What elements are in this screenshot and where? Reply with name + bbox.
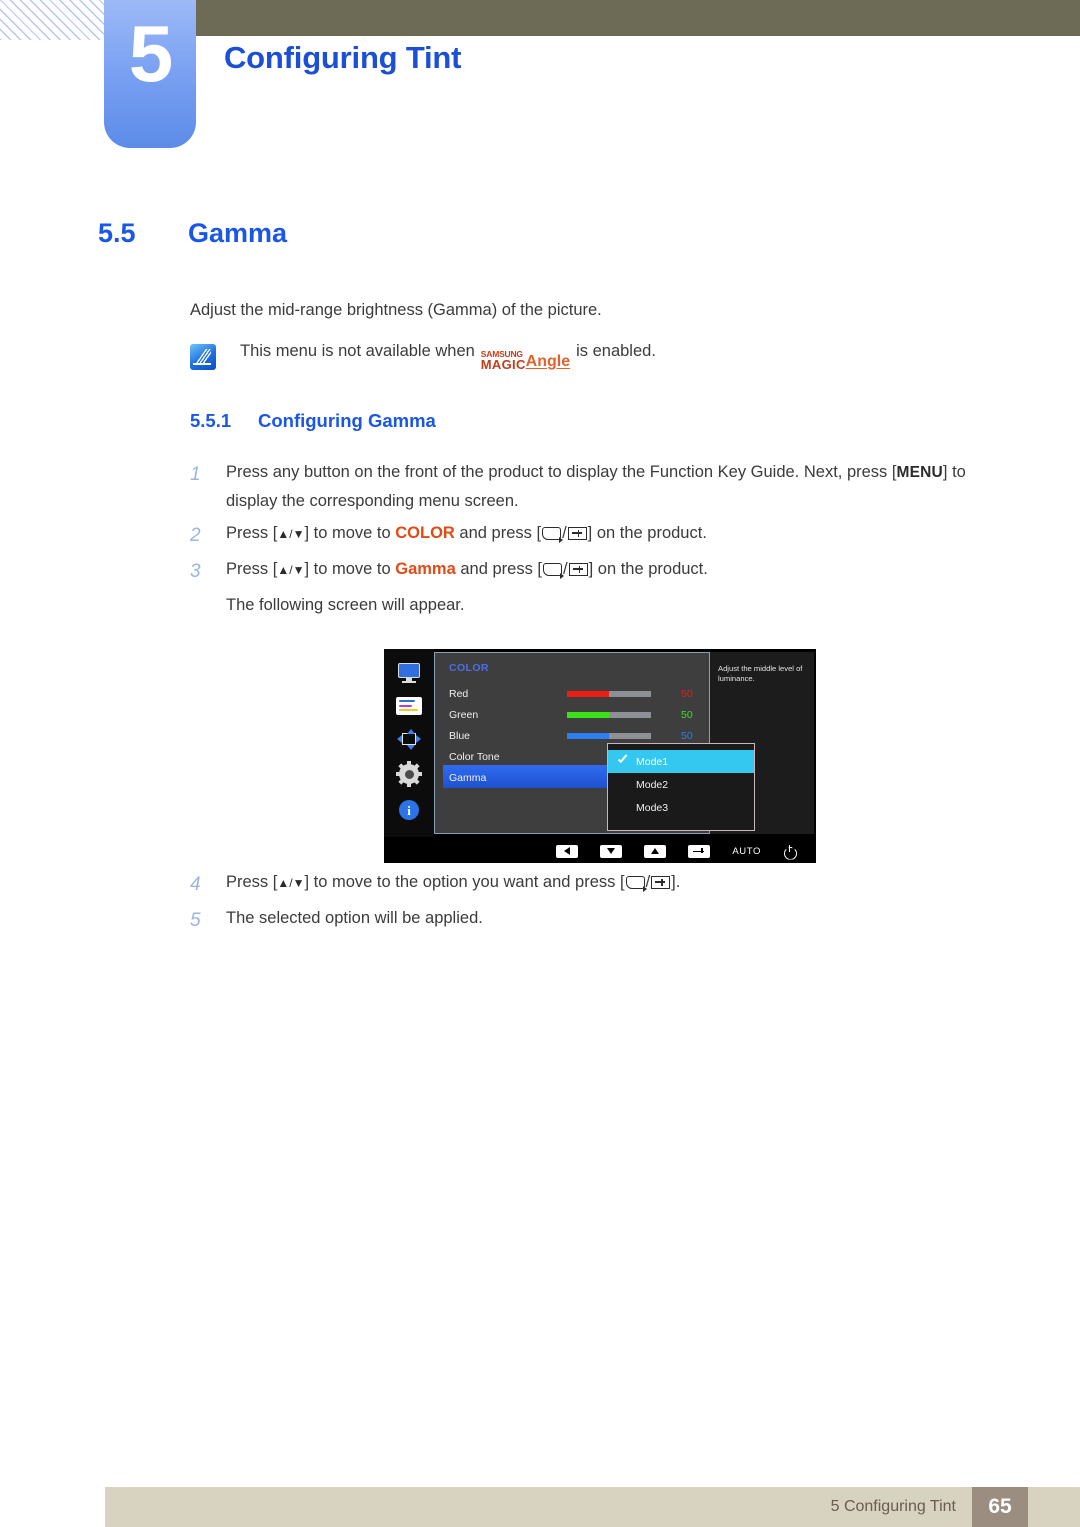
gear-icon[interactable]	[396, 761, 422, 787]
note-text: This menu is not available when SAMSUNG …	[240, 342, 656, 372]
green-slider[interactable]	[567, 711, 651, 718]
menu-key-label: MENU	[896, 464, 943, 481]
power-key[interactable]	[783, 844, 796, 858]
up-down-arrow-glyph: ▲/▼	[277, 526, 305, 541]
gamma-dropdown[interactable]: Mode1 Mode2 Mode3	[607, 743, 755, 831]
step-number: 1	[190, 464, 201, 485]
enter-key-glyph	[567, 526, 587, 540]
note-quill-icon	[190, 344, 216, 370]
step-text: Press [▲/▼] to move to Gamma and press […	[226, 560, 708, 579]
enter-key-glyph	[651, 876, 671, 889]
step-number: 2	[190, 524, 201, 546]
page-number: 65	[972, 1487, 1028, 1527]
section-number: 5.5	[98, 218, 136, 248]
step-continuation-text: The following screen will appear.	[226, 596, 465, 615]
back-key-glyph	[542, 526, 564, 543]
auto-key-label[interactable]: AUTO	[732, 846, 761, 857]
osd-row-label: Color Tone	[449, 750, 500, 763]
logo-magic-text: MAGIC	[480, 356, 526, 372]
section-intro: Adjust the mid-range brightness (Gamma) …	[190, 301, 602, 319]
step-text: Press [▲/▼] to move to the option you wa…	[226, 873, 681, 892]
step-item: 4 Press [▲/▼] to move to the option you w…	[190, 868, 1010, 901]
check-icon	[617, 756, 628, 767]
keyword-highlight: Gamma	[395, 560, 456, 578]
back-key-glyph	[625, 876, 647, 892]
chapter-title: Configuring Tint	[224, 40, 462, 75]
osd-row-label: Blue	[449, 729, 471, 742]
section-heading: 5.5 Gamma	[98, 218, 287, 249]
up-down-arrow-glyph: ▲/▼	[277, 876, 305, 890]
green-value: 50	[681, 708, 693, 721]
step-item: 1 Press any button on the front of the pr…	[190, 458, 1010, 516]
info-icon[interactable]: i	[398, 799, 420, 821]
osd-key-bar: AUTO	[384, 839, 816, 863]
step-text: Press any button on the front of the pro…	[226, 463, 966, 510]
subsection-heading: 5.5.1 Configuring Gamma	[190, 410, 436, 432]
red-value: 50	[681, 687, 693, 700]
page-footer: 5 Configuring Tint 65	[105, 1487, 1080, 1527]
osd-row-red[interactable]: Red 50	[449, 683, 711, 704]
step-number: 4	[190, 874, 201, 895]
enter-key[interactable]	[688, 844, 711, 858]
osd-row-label: Gamma	[449, 771, 487, 784]
chapter-number: 5	[128, 9, 173, 98]
section-title: Gamma	[188, 218, 288, 248]
left-arrow-key[interactable]	[556, 844, 579, 858]
keyword-highlight: COLOR	[395, 523, 455, 542]
blue-value: 50	[681, 729, 693, 742]
chapter-number-tab: 5	[104, 0, 196, 148]
monitor-icon[interactable]	[396, 663, 422, 683]
step-text: The selected option will be applied.	[226, 909, 483, 928]
osd-menu-panel: COLOR Red 50 Green 50 Blue 50 Color Tone	[434, 652, 755, 834]
osd-row-label: Red	[449, 687, 469, 700]
osd-sidebar: i	[384, 649, 434, 837]
dropdown-item-mode3[interactable]: Mode3	[608, 796, 754, 819]
back-key-glyph	[543, 563, 564, 579]
up-arrow-key[interactable]	[644, 844, 667, 858]
subsection-title: Configuring Gamma	[258, 410, 436, 431]
step-item: 3 Press [▲/▼] to move to Gamma and press …	[190, 555, 1010, 588]
osd-row-label: Green	[449, 708, 479, 721]
header-bar	[196, 0, 1080, 36]
up-down-arrow-glyph: ▲/▼	[277, 563, 305, 577]
note-text-after: is enabled.	[576, 342, 656, 360]
dropdown-item-mode2[interactable]: Mode2	[608, 773, 754, 796]
red-slider[interactable]	[567, 690, 651, 697]
osd-screenshot: i COLOR Red 50 Green 50 Blue 50 Color To…	[384, 649, 816, 863]
screen-adjust-icon[interactable]	[397, 729, 421, 750]
dropdown-item-label: Mode2	[636, 778, 669, 791]
down-arrow-key[interactable]	[600, 844, 623, 858]
enter-key-glyph	[568, 563, 588, 576]
dropdown-item-label: Mode3	[636, 801, 669, 814]
picture-sliders-icon[interactable]	[396, 697, 422, 715]
step-text: Press [▲/▼] to move to COLOR and press […	[226, 523, 707, 543]
step-number: 5	[190, 910, 201, 932]
step-number: 3	[190, 561, 201, 582]
logo-angle-text: Angle	[525, 352, 571, 370]
osd-main-area: i COLOR Red 50 Green 50 Blue 50 Color To…	[384, 649, 816, 837]
note-text-before: This menu is not available when	[240, 342, 475, 360]
step-item: 2 Press [▲/▼] to move to COLOR and press …	[190, 519, 1010, 552]
blue-slider[interactable]	[567, 732, 651, 739]
steps-list-top: 1 Press any button on the front of the pr…	[190, 458, 1010, 620]
note-block: This menu is not available when SAMSUNG …	[190, 342, 656, 372]
osd-row-green[interactable]: Green 50	[449, 704, 711, 725]
subsection-number: 5.5.1	[190, 410, 232, 431]
dropdown-item-mode1[interactable]: Mode1	[608, 750, 754, 773]
magic-angle-logo: SAMSUNG MAGIC Angle	[480, 350, 571, 372]
step-item: 5 The selected option will be applied.	[190, 904, 1010, 937]
dropdown-item-label: Mode1	[636, 755, 669, 768]
osd-menu-title: COLOR	[449, 662, 489, 674]
steps-list-bottom: 4 Press [▲/▼] to move to the option you w…	[190, 868, 1010, 941]
footer-chapter-label: 5 Configuring Tint	[830, 1498, 956, 1515]
